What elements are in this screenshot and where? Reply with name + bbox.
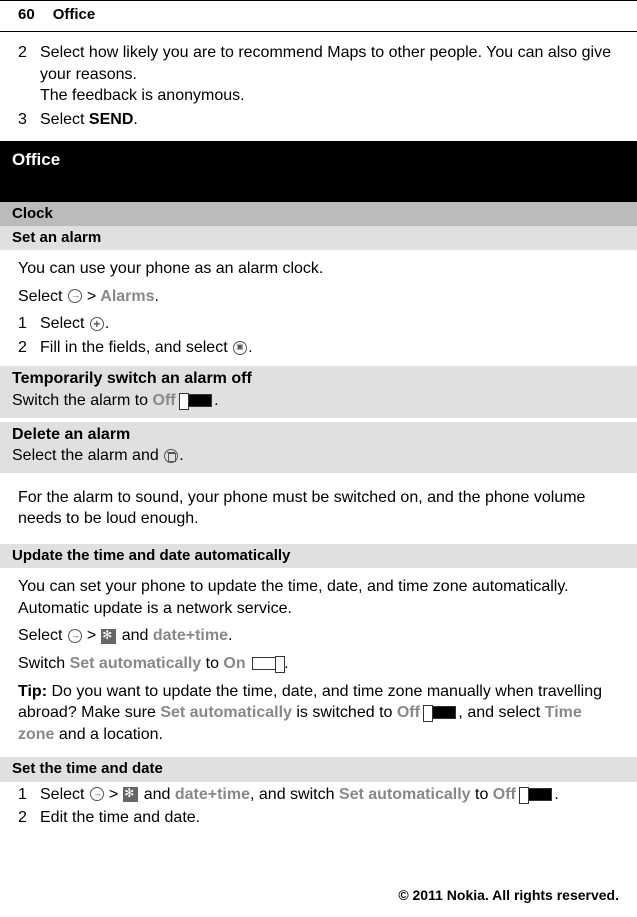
toggle-off-icon (522, 788, 552, 801)
plus-icon (90, 317, 104, 331)
step-number: 1 (18, 313, 40, 335)
office-heading: Office (0, 141, 637, 202)
step-number: 1 (18, 784, 40, 806)
temp-off-heading: Temporarily switch an alarm off (12, 368, 625, 390)
set-alarm-body: You can use your phone as an alarm clock… (18, 250, 619, 366)
trash-icon (164, 449, 178, 463)
copyright-footer: © 2011 Nokia. All rights reserved. (398, 886, 619, 905)
clock-heading: Clock (0, 202, 637, 226)
temp-off-block: Temporarily switch an alarm off Switch t… (0, 366, 637, 417)
delete-alarm-heading: Delete an alarm (12, 424, 625, 446)
save-icon (233, 341, 247, 355)
step-text: Select how likely you are to recommend M… (40, 42, 619, 107)
auto-time-body: You can set your phone to update the tim… (18, 568, 619, 757)
send-label: SEND (89, 111, 133, 128)
step-text: Edit the time and date. (40, 807, 619, 829)
step-text: Select . (40, 313, 619, 335)
set-alarm-heading: Set an alarm (0, 226, 637, 250)
step-row: 1 Select . (18, 313, 619, 335)
menu-icon (68, 289, 82, 303)
auto-time-tip: Tip: Do you want to update the time, dat… (18, 681, 619, 746)
step-text: Select SEND. (40, 109, 619, 131)
step-row: 2 Select how likely you are to recommend… (18, 42, 619, 107)
set-time-body: 1 Select > and date+time, and switch Set… (18, 782, 619, 837)
toggle-off-icon (182, 394, 212, 407)
alarms-link: Alarms (100, 288, 154, 305)
auto-time-select-line: Select > and date+time. (18, 625, 619, 647)
gear-icon (101, 629, 116, 644)
toggle-off-icon (426, 706, 456, 719)
step-number: 2 (18, 807, 40, 829)
auto-time-switch-line: Switch Set automatically to On . (18, 653, 619, 675)
select-alarms-line: Select >Alarms. (18, 286, 619, 308)
step-row: 2 Fill in the fields, and select . (18, 337, 619, 359)
temp-off-text: Switch the alarm to Off . (12, 390, 625, 412)
page-content: 2 Select how likely you are to recommend… (0, 32, 637, 837)
step-row: 2 Edit the time and date. (18, 807, 619, 829)
page-number: 60 (18, 5, 35, 25)
delete-alarm-text: Select the alarm and . (12, 445, 625, 467)
step-row: 3 Select SEND. (18, 109, 619, 131)
page-section: Office (53, 5, 96, 25)
delete-alarm-block: Delete an alarm Select the alarm and . (0, 422, 637, 473)
page-header: 60 Office (0, 1, 637, 32)
gear-icon (123, 787, 138, 802)
menu-icon (90, 787, 104, 801)
toggle-on-icon (252, 657, 282, 670)
step-text: Fill in the fields, and select . (40, 337, 619, 359)
menu-icon (68, 629, 82, 643)
auto-time-heading: Update the time and date automatically (0, 544, 637, 568)
step-number: 3 (18, 109, 40, 131)
alarm-note: For the alarm to sound, your phone must … (18, 487, 619, 530)
step-number: 2 (18, 42, 40, 107)
step-row: 1 Select > and date+time, and switch Set… (18, 784, 619, 806)
step-text: Select > and date+time, and switch Set a… (40, 784, 619, 806)
set-time-heading: Set the time and date (0, 757, 637, 781)
step-number: 2 (18, 337, 40, 359)
